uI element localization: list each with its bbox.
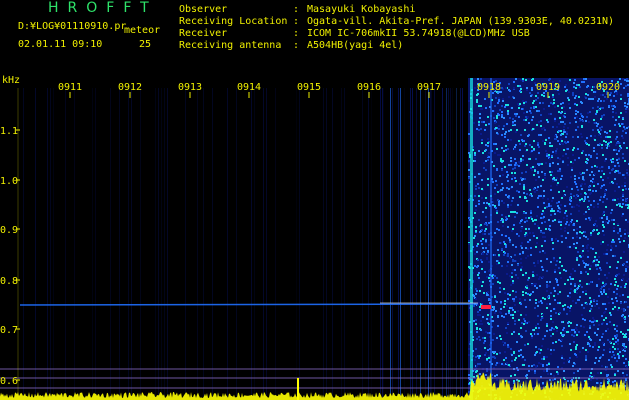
info-separator: : [293,28,300,39]
spectrogram: kHz 1.1 1.0 0.9 0.8 0.7 0.6 0911 0912 0913 0914 091… [0,75,629,400]
info-label: Receiving antenna [179,40,282,51]
time-tick-label: 0920 [596,82,620,93]
info-value: Masayuki Kobayashi [307,4,416,15]
info-value: ICOM IC-706mkII 53.74918(@LCD)MHz USB [307,28,530,39]
time-tick-label: 0913 [178,82,202,93]
time-tick-label: 0917 [417,82,441,93]
info-separator: : [293,4,300,15]
info-row-location: Receiving Location: Ogata-vill. Akita-Pre… [179,16,614,27]
info-row-observer: Observer: Masayuki Kobayashi [179,4,415,15]
time-tick-label: 0916 [357,82,381,93]
meteor-count: 25 [139,39,152,50]
time-tick-label: 0911 [58,82,82,93]
info-label: Observer [179,4,228,15]
info-separator: : [293,16,300,27]
y-tick-label: 0.8 [0,276,18,287]
app-title: HROFFT [48,0,158,16]
meteor-label: meteor [124,25,161,36]
y-tick-label: 1.0 [0,176,18,187]
y-tick-label: 0.7 [0,325,18,336]
time-tick-label: 0919 [536,82,560,93]
info-value: A504HB(yagi 4el) [307,40,404,51]
info-row-receiver: Receiver: ICOM IC-706mkII 53.74918(@LCD)M… [179,28,530,39]
spectrogram-noise [19,78,629,400]
y-tick-label: 0.9 [0,225,18,236]
y-tick-label: 0.6 [0,376,18,387]
log-file-path: D:¥LOG¥01110910.pr [18,21,127,32]
info-row-antenna: Receiving antenna: A504HB(yagi 4el) [179,40,403,51]
time-tick-label: 0915 [297,82,321,93]
y-axis-unit: kHz [2,75,20,86]
info-separator: : [293,40,300,51]
info-label: Receiver [179,28,228,39]
time-tick-label: 0912 [118,82,142,93]
info-value: Ogata-vill. Akita-Pref. JAPAN (139.9303E… [307,16,615,27]
capture-datetime: 02.01.11 09:10 [18,39,103,50]
time-tick-label: 0918 [477,82,501,93]
time-tick-label: 0914 [237,82,261,93]
info-label: Receiving Location [179,16,288,27]
y-tick-label: 1.1 [0,126,18,137]
